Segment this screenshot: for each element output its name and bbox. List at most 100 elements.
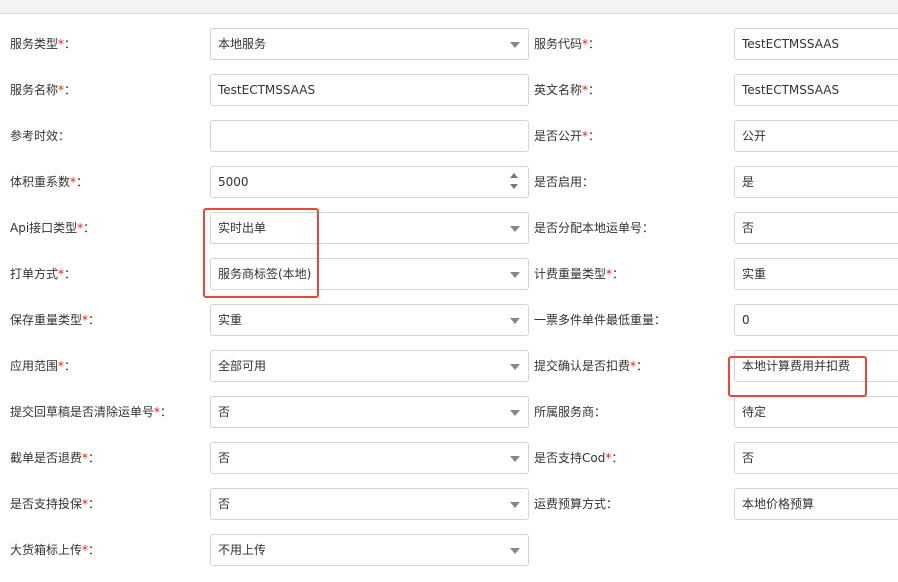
select-field[interactable]: 实重 [210,304,529,336]
field-value: 待定 [742,405,767,419]
label-colon: ： [88,543,101,557]
text-input[interactable] [210,120,529,152]
field-value: 否 [742,451,755,465]
text-input[interactable]: 本地计算费用并扣费 [734,350,898,382]
field-label: 参考时效： [10,120,70,152]
form-row: 大货箱标上传*： 不用上传 [0,534,898,580]
label-colon: ： [588,83,601,97]
chevron-down-icon[interactable] [510,502,520,508]
text-input[interactable]: TestECTMSSAAS [734,28,898,60]
field-label: 计费重量类型*： [534,258,624,290]
form-row: 提交回草稿是否清除运单号*：否所属服务商： 待定 [0,396,898,442]
field-value: 否 [218,497,231,511]
form-row: 打单方式*： 服务商标签(本地) 计费重量类型*： 实重 [0,258,898,304]
label-colon: ： [83,221,96,235]
field-value: 本地计算费用并扣费 [742,359,851,373]
form-row: 参考时效： 是否公开*： 公开 [0,120,898,166]
label-colon: ： [588,129,601,143]
form-row: 服务名称*： TestECTMSSAAS 英文名称*： TestECTMSSAAS [0,74,898,120]
select-field[interactable]: 不用上传 [210,534,529,566]
field-label: 英文名称*： [534,74,600,106]
field-label-text: 是否支持投保 [10,497,83,511]
field-label: 提交确认是否扣费*： [534,350,648,382]
text-input[interactable]: TestECTMSSAAS [734,74,898,106]
field-label-text: 计费重量类型 [534,267,607,281]
decrement-arrow-icon[interactable] [510,184,518,189]
chevron-down-icon[interactable] [510,548,520,554]
select-field[interactable]: 否 [210,488,529,520]
field-label: 是否支持投保*： [10,488,100,520]
select-field[interactable]: 否 [210,442,529,474]
field-label: 大货箱标上传*： [10,534,100,566]
field-label: 打单方式*： [10,258,76,290]
field-label: Api接口类型*： [10,212,95,244]
chevron-down-icon[interactable] [510,272,520,278]
label-colon: ： [594,405,607,419]
text-input[interactable]: 是 [734,166,898,198]
field-label: 体积重系数*： [10,166,88,198]
select-field[interactable]: 否 [210,396,529,428]
field-value: 0 [742,313,750,327]
field-label-text: 服务类型 [10,37,59,51]
stepper-icon[interactable] [510,172,520,192]
field-label-text: 截单是否退费 [10,451,83,465]
field-label-text: 是否分配本地运单号 [534,221,643,235]
label-colon: ： [88,313,101,327]
field-label: 服务代码*： [534,28,600,60]
field-label-text: 是否公开 [534,129,583,143]
text-input[interactable]: 公开 [734,120,898,152]
field-value: TestECTMSSAAS [218,83,316,97]
text-input[interactable]: TestECTMSSAAS [210,74,529,106]
field-label-text: 运费预算方式 [534,497,607,511]
select-field[interactable]: 服务商标签(本地) [210,258,529,290]
form-row: 体积重系数*： 5000 是否启用： 是 [0,166,898,212]
chevron-down-icon[interactable] [510,226,520,232]
text-input[interactable]: 本地价格预算 [734,488,898,520]
field-label: 是否分配本地运单号： [534,212,654,244]
field-value: 实时出单 [218,221,267,235]
field-label: 服务名称*： [10,74,76,106]
select-field[interactable]: 实时出单 [210,212,529,244]
field-value: 否 [218,451,231,465]
field-label-text: 一票多件单件最低重量 [534,313,655,327]
field-label-text: 服务代码 [534,37,583,51]
field-label-text: 体积重系数 [10,175,71,189]
field-value: 实重 [218,313,243,327]
form-row: 保存重量类型*： 实重 一票多件单件最低重量： 0 [0,304,898,350]
top-toolbar-strip [0,0,898,14]
label-colon: ： [612,267,625,281]
text-input[interactable]: 待定 [734,396,898,428]
field-label-text: 所属服务商 [534,405,595,419]
field-value: 5000 [218,175,249,189]
chevron-down-icon[interactable] [510,42,520,48]
field-label: 截单是否退费*： [10,442,100,474]
label-colon: ： [160,405,173,419]
chevron-down-icon[interactable] [510,456,520,462]
field-label: 一票多件单件最低重量： [534,304,666,336]
field-value: 全部可用 [218,359,267,373]
field-label: 是否公开*： [534,120,600,152]
label-colon: ： [88,451,101,465]
chevron-down-icon[interactable] [510,364,520,370]
chevron-down-icon[interactable] [510,318,520,324]
field-label: 是否启用： [534,166,594,198]
label-colon: ： [588,37,601,51]
text-input[interactable]: 否 [734,212,898,244]
field-value: 本地服务 [218,37,267,51]
chevron-down-icon[interactable] [510,410,520,416]
text-input[interactable]: 否 [734,442,898,474]
label-colon: ： [654,313,667,327]
field-label-text: 是否启用 [534,175,583,189]
field-value: 服务商标签(本地) [218,267,312,281]
text-input[interactable]: 实重 [734,258,898,290]
text-input[interactable]: 0 [734,304,898,336]
label-colon: ： [642,221,655,235]
form-row: 是否支持投保*： 否 运费预算方式： 本地价格预算 [0,488,898,534]
field-label-text: 保存重量类型 [10,313,83,327]
field-label: 运费预算方式： [534,488,618,520]
select-field[interactable]: 本地服务 [210,28,529,60]
label-colon: ： [606,497,619,511]
select-field[interactable]: 全部可用 [210,350,529,382]
increment-arrow-icon[interactable] [510,173,518,178]
number-input[interactable]: 5000 [210,166,529,198]
